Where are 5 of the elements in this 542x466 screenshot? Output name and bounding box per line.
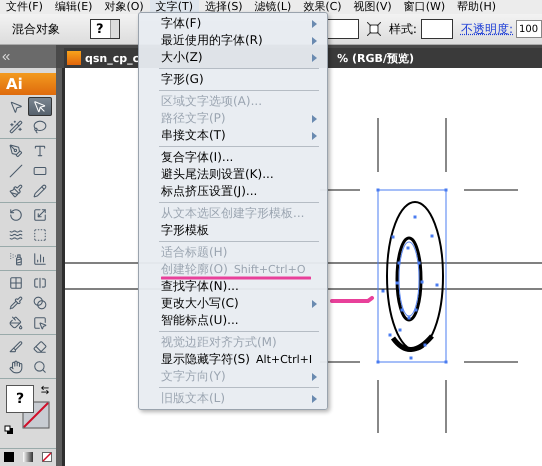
document-title: qsn_cp_c: [85, 52, 140, 64]
object-type-label: 混合对象: [12, 20, 60, 38]
document-title: % (RGB/预览): [337, 50, 414, 66]
style-label: 样式:: [388, 20, 417, 38]
app-logo: Ai: [0, 73, 56, 95]
